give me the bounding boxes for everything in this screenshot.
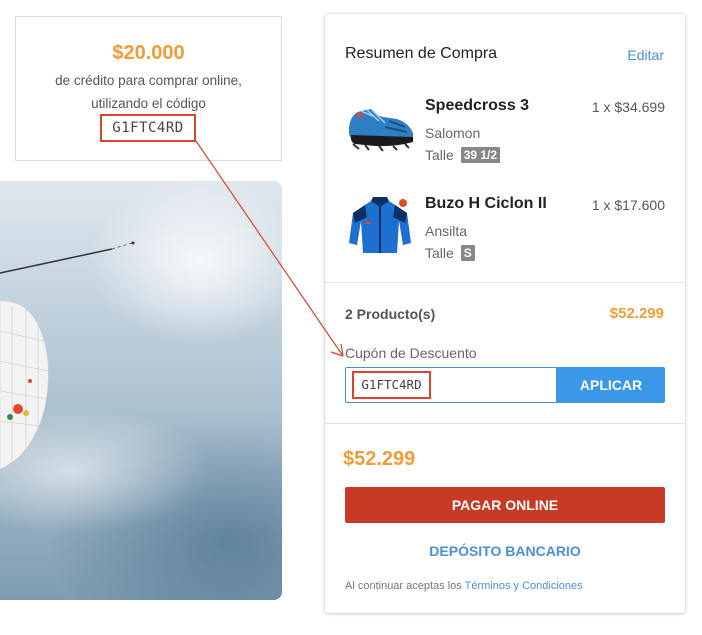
product-brand: Salomon [425, 125, 481, 141]
apply-coupon-button[interactable]: APLICAR [557, 367, 665, 403]
summary-title: Resumen de Compra [345, 45, 498, 62]
pay-online-button[interactable]: PAGAR ONLINE [345, 487, 665, 523]
product-size-label: Talle [425, 147, 454, 163]
purchase-summary-panel: Resumen de Compra Editar Speedcross 3 1 … [325, 14, 685, 613]
edit-link[interactable]: Editar [627, 47, 664, 63]
product-quantity-price: 1 x $34.699 [591, 99, 665, 115]
divider [325, 423, 685, 424]
hero-pole-tip [111, 242, 133, 250]
total-amount: $52.299 [343, 448, 416, 470]
promo-card: $20.000 de crédito para comprar online, … [15, 16, 282, 161]
size-badge: 39 1/2 [460, 147, 501, 163]
product-size: Talle S [425, 245, 475, 261]
hero-pole-dot [131, 241, 135, 245]
product-count: 2 Producto(s) [345, 306, 436, 322]
terms-link[interactable]: Términos y Condiciones [465, 580, 583, 592]
promo-code: G1FTC4RD [100, 114, 196, 142]
hero-image [0, 181, 282, 600]
hero-object-mark-red [13, 404, 23, 414]
product-size: Talle 39 1/2 [425, 147, 501, 163]
product-name: Speedcross 3 [425, 97, 530, 114]
shoe-icon [345, 97, 415, 159]
terms-text: Al continuar aceptas los Términos y Cond… [345, 580, 583, 592]
product-brand: Ansilta [425, 223, 468, 239]
promo-text-line1: de crédito para comprar online, [55, 73, 242, 88]
bank-deposit-link[interactable]: DEPÓSITO BANCARIO [345, 543, 665, 559]
product-size-label: Talle [425, 245, 454, 261]
subtotal-amount: $52.299 [609, 305, 664, 322]
promo-amount: $20.000 [112, 42, 185, 64]
product-quantity-price: 1 x $17.600 [591, 197, 665, 213]
hero-illustration [0, 241, 135, 470]
coupon-input-value: G1FTC4RD [352, 371, 431, 399]
coupon-label: Cupón de Descuento [345, 345, 477, 361]
divider [325, 282, 685, 283]
hero-object-mark-yellow [23, 410, 29, 416]
promo-text-line2: utilizando el código [91, 96, 206, 111]
product-name: Buzo H Ciclon II [425, 195, 547, 212]
hero-object-mark-green [7, 414, 13, 420]
hero-object-mark-small [28, 379, 32, 383]
size-badge: S [460, 245, 475, 261]
terms-prefix: Al continuar aceptas los [345, 580, 465, 592]
hero-pole-line [0, 248, 113, 274]
jacket-icon [345, 195, 415, 257]
coupon-input[interactable]: G1FTC4RD [345, 367, 557, 403]
hero-object [0, 300, 49, 470]
